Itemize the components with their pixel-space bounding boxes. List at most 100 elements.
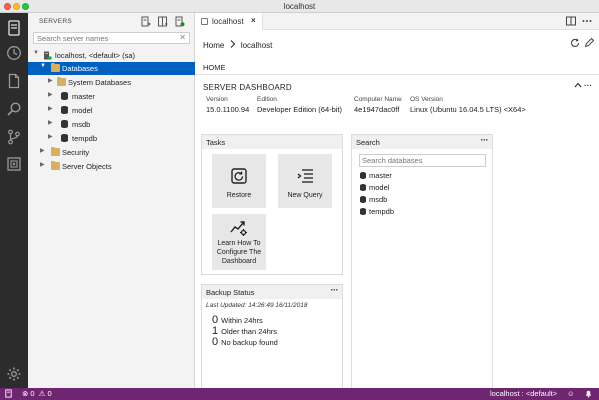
- tree-item-databases[interactable]: ▼ Databases: [28, 62, 195, 75]
- tree-item-msdb[interactable]: ▶ msdb: [28, 118, 195, 131]
- new-server-group-icon[interactable]: [157, 16, 168, 27]
- refresh-icon[interactable]: [570, 38, 580, 48]
- editor-area: localhost × Home localhost HOME SERVER D…: [195, 13, 599, 400]
- activity-bar: [0, 13, 28, 388]
- tab-home[interactable]: HOME: [203, 63, 226, 75]
- file-icon[interactable]: [6, 73, 22, 89]
- database-name: master: [369, 171, 392, 180]
- close-tab-button[interactable]: ×: [251, 16, 256, 25]
- notifications-icon[interactable]: [584, 389, 593, 399]
- window-title: localhost: [283, 2, 316, 11]
- expanded-arrow-icon[interactable]: ▼: [33, 50, 39, 56]
- database-icon: [360, 184, 366, 191]
- source-control-icon[interactable]: [6, 129, 22, 145]
- breadcrumb-separator-icon: [230, 40, 236, 50]
- tree-item-label: Security: [62, 148, 90, 157]
- database-list-item[interactable]: model: [360, 183, 389, 192]
- database-icon: [61, 134, 68, 142]
- server-search-box[interactable]: ✕: [33, 32, 190, 44]
- tree-item-label: Databases: [62, 64, 98, 73]
- search-widget: Search ··· master model msdb tempdb: [351, 134, 493, 400]
- tree-item-system-databases[interactable]: ▶ System Databases: [28, 76, 195, 89]
- breadcrumb-localhost[interactable]: localhost: [241, 41, 273, 50]
- collapsed-arrow-icon[interactable]: ▶: [40, 161, 45, 168]
- tree-item-server[interactable]: ▼ localhost, <default> (sa): [28, 49, 195, 62]
- property-key: Edition: [257, 96, 277, 103]
- tree-item-master[interactable]: ▶ master: [28, 90, 195, 103]
- property-key: Version: [206, 96, 228, 103]
- widget-more-button[interactable]: ···: [331, 285, 339, 295]
- property-value: 15.0.1100.94: [206, 105, 250, 114]
- breadcrumb-home[interactable]: Home: [203, 41, 224, 50]
- collapse-icon[interactable]: [574, 81, 582, 90]
- property-version: Version 15.0.1100.94: [206, 96, 249, 114]
- more-actions-icon[interactable]: [582, 16, 592, 26]
- tree-item-server-objects[interactable]: ▶ Server Objects: [28, 160, 195, 173]
- tree-item-label: model: [72, 106, 93, 115]
- task-label-line: Configure The: [216, 249, 262, 256]
- widget-title: Tasks: [206, 138, 226, 147]
- collapsed-arrow-icon[interactable]: ▶: [48, 133, 53, 140]
- collapsed-arrow-icon[interactable]: ▶: [48, 105, 53, 112]
- tree-item-label: master: [72, 92, 95, 101]
- server-status-icon[interactable]: [4, 389, 13, 399]
- status-bar: ⊗ 0 ⚠ 0 localhost : <default> ☺: [0, 388, 599, 400]
- search-icon[interactable]: [6, 101, 22, 117]
- database-icon: [360, 172, 366, 179]
- tree-item-label: System Databases: [68, 78, 131, 87]
- widget-more-button[interactable]: ···: [481, 135, 489, 145]
- task-label: Learn How To Configure The Dashboard: [212, 239, 266, 266]
- collapsed-arrow-icon[interactable]: ▶: [48, 119, 53, 126]
- tree-item-security[interactable]: ▶ Security: [28, 146, 195, 159]
- dashboard-tab-icon: [201, 18, 208, 25]
- restore-task-button[interactable]: Restore: [212, 154, 266, 208]
- clear-search-icon[interactable]: ✕: [179, 33, 186, 42]
- collapsed-arrow-icon[interactable]: ▶: [40, 147, 45, 154]
- title-bar: localhost: [0, 0, 599, 13]
- property-edition: Edition Developer Edition (64-bit): [257, 96, 342, 114]
- active-connections-icon[interactable]: [174, 16, 185, 27]
- tree-item-tempdb[interactable]: ▶ tempdb: [28, 132, 195, 145]
- expanded-arrow-icon[interactable]: ▼: [40, 63, 46, 69]
- edit-icon[interactable]: [584, 38, 594, 48]
- connection-status[interactable]: localhost : <default>: [490, 389, 557, 398]
- widget-header: Tasks: [202, 135, 342, 149]
- database-search-box[interactable]: [359, 154, 486, 167]
- widget-header: Backup Status ···: [202, 285, 342, 299]
- servers-icon[interactable]: [6, 20, 22, 36]
- database-icon: [360, 196, 366, 203]
- new-query-icon: [295, 166, 315, 186]
- backup-label: No backup found: [221, 338, 278, 347]
- problems-indicator[interactable]: ⊗ 0 ⚠ 0: [22, 389, 52, 398]
- database-list-item[interactable]: msdb: [360, 195, 387, 204]
- collapsed-arrow-icon[interactable]: ▶: [48, 91, 53, 98]
- error-icon: ⊗: [22, 389, 29, 398]
- database-list-item[interactable]: tempdb: [360, 207, 394, 216]
- last-updated-text: Last Updated: 14:26:49 16/11/2018: [206, 302, 308, 309]
- collapsed-arrow-icon[interactable]: ▶: [48, 77, 53, 84]
- tab-localhost[interactable]: localhost ×: [195, 13, 263, 30]
- database-search-input[interactable]: [360, 155, 480, 166]
- new-connection-icon[interactable]: [140, 16, 151, 27]
- new-query-task-button[interactable]: New Query: [278, 154, 332, 208]
- dashboard-more-button[interactable]: ···: [584, 81, 592, 90]
- backup-status-widget: Backup Status ··· Last Updated: 14:26:49…: [201, 284, 343, 400]
- database-list-item[interactable]: master: [360, 171, 392, 180]
- task-history-icon[interactable]: [6, 156, 22, 172]
- restore-icon: [229, 166, 249, 186]
- tree-item-label: Server Objects: [62, 162, 112, 171]
- widget-title: Search: [356, 138, 380, 147]
- sidebar-title: SERVERS: [39, 18, 73, 25]
- database-icon: [61, 92, 68, 100]
- task-label: New Query: [287, 192, 323, 199]
- dashboard-tabs: HOME: [195, 58, 599, 75]
- gear-icon[interactable]: [6, 366, 22, 382]
- database-name: tempdb: [369, 207, 395, 216]
- tree-item-model[interactable]: ▶ model: [28, 104, 195, 117]
- sidebar-header: SERVERS: [28, 13, 195, 30]
- history-icon[interactable]: [6, 45, 22, 61]
- server-search-input[interactable]: [34, 33, 174, 43]
- configure-dashboard-task-button[interactable]: Learn How To Configure The Dashboard: [212, 214, 266, 270]
- feedback-icon[interactable]: ☺: [567, 389, 575, 398]
- split-editor-icon[interactable]: [566, 16, 576, 26]
